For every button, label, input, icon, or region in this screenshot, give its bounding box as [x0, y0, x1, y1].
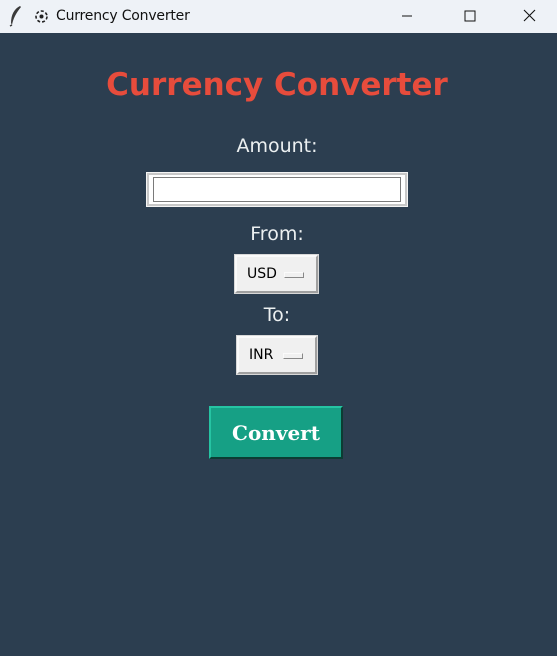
dropdown-indicator-icon	[284, 272, 304, 278]
feather-icon	[9, 5, 23, 27]
app-window: Currency Converter Currency Converter Am…	[0, 0, 557, 656]
to-label: To:	[263, 304, 291, 326]
app-icon	[33, 8, 50, 25]
to-currency-select[interactable]: INR	[237, 336, 317, 374]
from-currency-select[interactable]: USD	[235, 255, 318, 293]
from-label: From:	[250, 223, 304, 245]
from-currency-value: USD	[247, 266, 277, 282]
page-title: Currency Converter	[106, 67, 448, 103]
to-currency-value: INR	[249, 347, 274, 363]
convert-button[interactable]: Convert	[209, 406, 343, 459]
close-icon	[523, 7, 536, 26]
amount-input[interactable]	[153, 177, 401, 202]
main-panel: Currency Converter Amount: From: USD To:…	[0, 33, 557, 656]
minimize-icon	[401, 7, 413, 26]
dropdown-indicator-icon	[283, 353, 303, 359]
amount-label: Amount:	[236, 135, 318, 157]
amount-field-frame	[146, 172, 408, 207]
maximize-button[interactable]	[447, 0, 493, 33]
window-title: Currency Converter	[56, 8, 190, 24]
title-bar: Currency Converter	[0, 0, 557, 33]
close-button[interactable]	[506, 0, 552, 33]
minimize-button[interactable]	[384, 0, 430, 33]
maximize-icon	[464, 7, 476, 26]
